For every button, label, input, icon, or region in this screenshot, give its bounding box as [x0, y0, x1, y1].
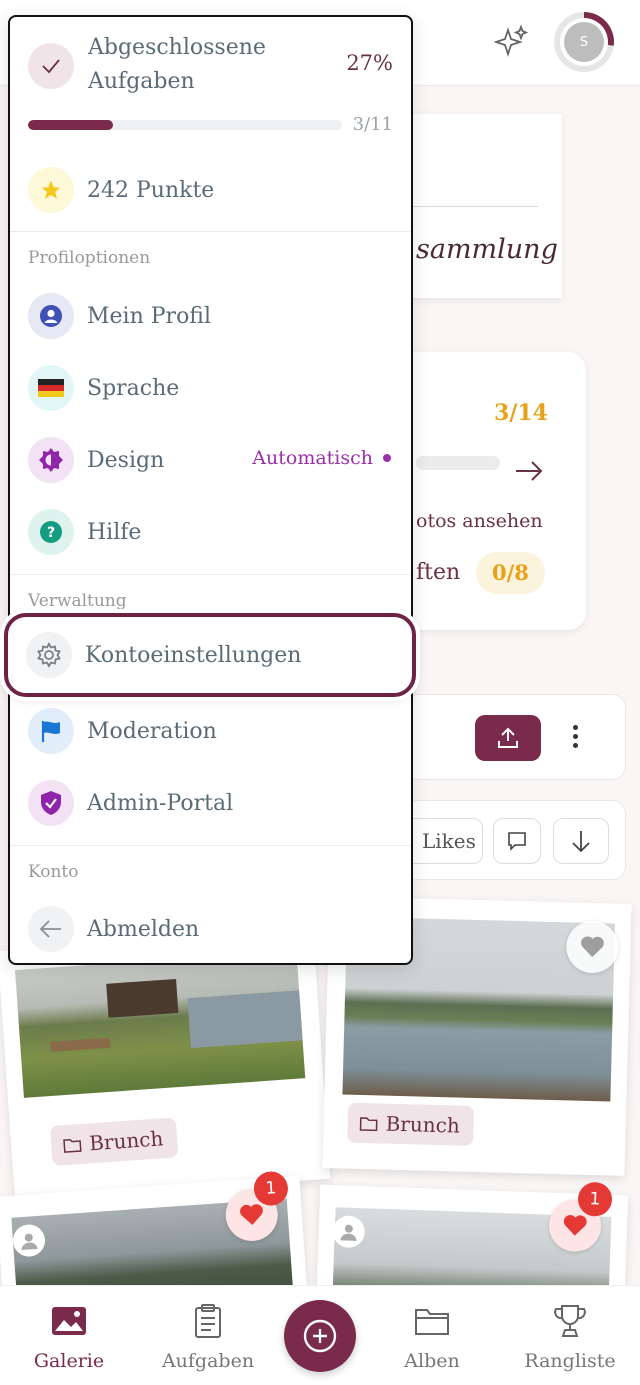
- section-profile-options: Profiloptionen: [28, 248, 151, 268]
- shield-icon: [28, 780, 74, 826]
- menu-item-label: Mein Profil: [87, 303, 212, 329]
- heart-icon: [563, 1215, 587, 1236]
- folder-icon: [415, 1309, 449, 1335]
- design-value-label: Automatisch: [252, 447, 373, 469]
- status-dot: [383, 454, 391, 462]
- bottom-navigation: Galerie Aufgaben Alben Rangliste: [0, 1285, 640, 1385]
- menu-item-label: Admin-Portal: [87, 790, 234, 816]
- menu-item-design[interactable]: Design: [28, 435, 164, 485]
- nav-label: Galerie: [33, 1350, 105, 1372]
- divider: [10, 231, 411, 232]
- collection-card[interactable]: sammlung: [390, 114, 562, 298]
- collection-title: sammlung: [416, 234, 558, 265]
- nav-label: Rangliste: [524, 1350, 616, 1372]
- nav-leaderboard[interactable]: Rangliste: [510, 1302, 630, 1372]
- profile-menu: Abgeschlossene Aufgaben 27% 3/11 242 Pun…: [8, 15, 413, 965]
- upload-button[interactable]: [475, 715, 541, 761]
- completed-tasks-title-line: Aufgaben: [88, 69, 195, 94]
- trophy-icon: [554, 1305, 586, 1337]
- tasks-progress-bar: [28, 120, 342, 130]
- stats-progress-bar: [416, 456, 500, 470]
- arrow-left-icon: [28, 906, 74, 952]
- gear-icon: [26, 632, 72, 678]
- menu-item-label: Design: [87, 447, 165, 473]
- divider: [10, 574, 411, 575]
- check-icon: [28, 43, 74, 89]
- sort-direction-button[interactable]: [553, 818, 609, 864]
- avatar[interactable]: S: [554, 12, 614, 72]
- heart-icon: [240, 1204, 263, 1225]
- heart-icon: [581, 936, 604, 957]
- image-icon: [52, 1307, 86, 1335]
- section-administration: Verwaltung: [28, 591, 127, 611]
- completed-tasks-title-line: Abgeschlossene: [88, 35, 266, 60]
- svg-text:?: ?: [47, 525, 55, 541]
- nav-tasks[interactable]: Aufgaben: [148, 1302, 268, 1372]
- theme-icon: [28, 437, 74, 483]
- stats-fraction: 3/14: [494, 400, 548, 426]
- plus-circle-icon: [303, 1319, 337, 1353]
- arrow-down-icon: [572, 831, 590, 853]
- stats-card[interactable]: 3/14 otos ansehen ften 0/8: [390, 352, 586, 630]
- comment-icon: [508, 832, 526, 851]
- help-icon: ?: [28, 509, 74, 555]
- design-value: Automatisch: [252, 447, 391, 469]
- user-icon: [21, 1233, 38, 1251]
- upload-icon: [498, 727, 518, 748]
- menu-item-profile[interactable]: Mein Profil: [28, 291, 211, 341]
- menu-item-label: Sprache: [87, 375, 180, 401]
- menu-item-admin-portal[interactable]: Admin-Portal: [28, 778, 233, 828]
- divider: [410, 206, 538, 207]
- sparkle-icon[interactable]: [494, 24, 530, 60]
- points-row[interactable]: 242 Punkte: [28, 165, 214, 215]
- clipboard-icon: [195, 1304, 221, 1338]
- menu-item-label: Hilfe: [87, 519, 142, 545]
- tasks-progress-fill: [28, 120, 113, 130]
- menu-item-label: Abmelden: [87, 916, 200, 942]
- stats-line: otos ansehen: [416, 510, 543, 532]
- like-count-badge: 1: [577, 1181, 613, 1217]
- menu-item-logout[interactable]: Abmelden: [28, 904, 199, 954]
- folder-icon: [359, 1117, 378, 1132]
- nav-label: Alben: [404, 1350, 460, 1372]
- user-icon: [28, 293, 74, 339]
- add-photo-button[interactable]: [284, 1300, 356, 1372]
- album-tag-label: Brunch: [88, 1126, 165, 1156]
- tasks-count: 3/11: [352, 114, 393, 135]
- star-icon: [28, 167, 74, 213]
- stats-line: ften: [416, 560, 461, 585]
- avatar-initial: S: [564, 22, 604, 62]
- german-flag-icon: [28, 365, 74, 411]
- completed-tasks-percent: 27%: [346, 51, 393, 75]
- album-tag[interactable]: Brunch: [49, 1117, 179, 1167]
- nav-gallery[interactable]: Galerie: [9, 1302, 129, 1372]
- album-tag[interactable]: Brunch: [347, 1102, 475, 1146]
- arrow-right-icon[interactable]: [514, 456, 544, 486]
- account-settings-row: Kontoeinstellungen: [26, 630, 301, 680]
- menu-item-label: Moderation: [87, 718, 217, 744]
- section-account: Konto: [28, 862, 79, 882]
- album-tag-label: Brunch: [385, 1111, 461, 1138]
- filter-bar: Likes: [397, 800, 626, 880]
- more-options-icon[interactable]: [573, 725, 581, 751]
- menu-item-help[interactable]: ? Hilfe: [28, 507, 141, 557]
- flag-icon: [28, 708, 74, 754]
- photo-card[interactable]: Brunch: [0, 929, 331, 1201]
- nav-albums[interactable]: Alben: [372, 1302, 492, 1372]
- gallery-toolbar: [404, 694, 626, 780]
- photo: [15, 950, 306, 1098]
- nav-label: Aufgaben: [161, 1350, 255, 1372]
- menu-item-language[interactable]: Sprache: [28, 363, 179, 413]
- sort-comments-button[interactable]: [493, 818, 541, 864]
- points-label: 242 Punkte: [87, 177, 215, 203]
- divider: [10, 845, 411, 846]
- folder-icon: [63, 1138, 82, 1153]
- completed-tasks-title: Abgeschlossene Aufgaben: [88, 31, 266, 99]
- menu-item-moderation[interactable]: Moderation: [28, 706, 217, 756]
- menu-item-label: Kontoeinstellungen: [85, 642, 302, 668]
- menu-item-account-settings[interactable]: Kontoeinstellungen: [4, 613, 416, 697]
- stats-fraction: 0/8: [476, 552, 545, 594]
- user-icon: [340, 1224, 357, 1241]
